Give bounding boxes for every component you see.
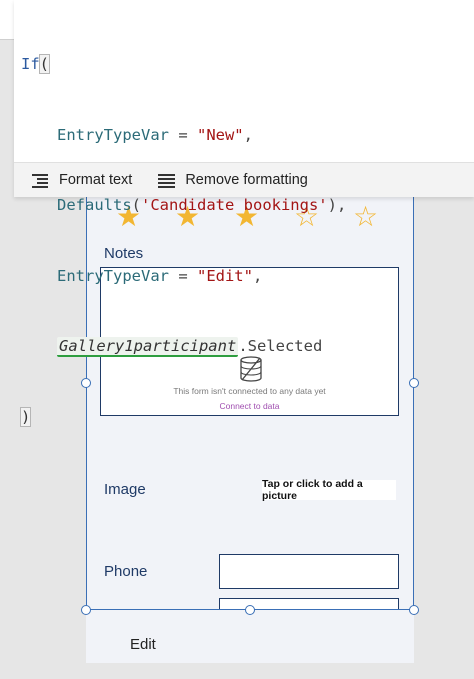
comma-2: , (252, 266, 263, 285)
resize-handle-right[interactable] (409, 378, 419, 388)
remove-formatting-label: Remove formatting (185, 172, 308, 188)
defaults-open-paren: ( (131, 196, 141, 214)
format-text-icon (32, 173, 50, 188)
edit-label: Edit (130, 636, 156, 653)
edit-string: "Edit" (196, 266, 253, 285)
formula-editor[interactable]: If( EntryTypeVar = "New", Defaults('Cand… (14, 0, 474, 427)
formula-line-3: Defaults('Candidate bookings'), (21, 194, 346, 218)
formula-line-6: ) (19, 406, 346, 430)
remove-formatting-button[interactable]: Remove formatting (158, 172, 308, 188)
close-paren: ) (19, 406, 32, 427)
defaults-function: Defaults (57, 196, 132, 214)
resize-handle-bottom[interactable] (245, 605, 255, 615)
defaults-close-paren: ), (327, 196, 347, 214)
comma: , (243, 125, 253, 144)
phone-label: Phone (104, 563, 148, 580)
format-text-button[interactable]: Format text (32, 172, 132, 188)
candidate-bookings-string: 'Candidate bookings' (141, 196, 328, 214)
if-keyword: If (21, 55, 40, 73)
remove-formatting-icon (158, 173, 176, 188)
formula-line-1: If( (21, 53, 346, 77)
new-string: "New" (196, 125, 244, 144)
left-gutter (0, 0, 14, 40)
selected-property: .Selected (238, 337, 323, 355)
open-paren: ( (38, 54, 51, 74)
entrytype-variable: EntryTypeVar (57, 125, 169, 144)
entrytype-variable-2: EntryTypeVar (57, 266, 169, 285)
equals-operator: = (168, 125, 197, 144)
resize-handle-bottom-right[interactable] (409, 605, 419, 615)
formula-toolbar: Format text Remove formatting (14, 162, 474, 197)
formula-line-2: EntryTypeVar = "New", (21, 124, 346, 148)
formula-code[interactable]: If( EntryTypeVar = "New", Defaults('Cand… (19, 6, 346, 476)
add-picture-button[interactable]: Tap or click to add a picture (262, 478, 396, 502)
phone-input[interactable] (219, 554, 399, 589)
formula-line-4: EntryTypeVar = "Edit", (21, 265, 346, 289)
equals-operator-2: = (168, 266, 197, 285)
image-label: Image (104, 481, 146, 498)
gallery-control-reference[interactable]: Gallery1participant (57, 337, 239, 357)
format-text-label: Format text (59, 172, 133, 188)
star-5-empty-icon[interactable]: ☆ (353, 202, 378, 232)
resize-handle-bottom-left[interactable] (81, 605, 91, 615)
formula-line-5: Gallery1participant .Selected (21, 335, 346, 359)
resize-handle-left[interactable] (81, 378, 91, 388)
